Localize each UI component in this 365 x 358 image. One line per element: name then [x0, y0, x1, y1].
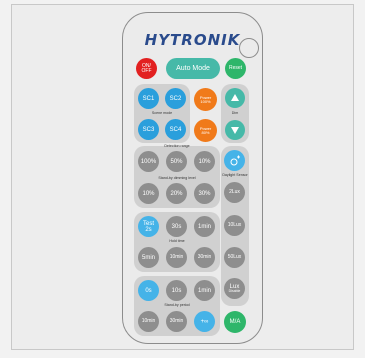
daylight-sensor-icon	[230, 155, 240, 165]
daylight-sensor-button[interactable]	[224, 150, 245, 171]
standby-0s-button[interactable]: 0s	[138, 280, 159, 301]
detection-100-button[interactable]: 100%	[138, 151, 159, 172]
standby-dim-20-button[interactable]: 20%	[166, 183, 187, 204]
dim-label: Dim	[231, 111, 239, 115]
lux-10-button[interactable]: 10Lux	[224, 215, 245, 236]
hold-1min-button[interactable]: 1min	[194, 216, 215, 237]
standby-infinite-button[interactable]: +∞	[194, 311, 215, 332]
scene-3-button[interactable]: SC3	[138, 119, 159, 140]
power-80-button[interactable]: Power 80%	[194, 119, 217, 142]
detection-50-button[interactable]: 50%	[166, 151, 187, 172]
hold-30min-button[interactable]: 30min	[194, 247, 215, 268]
auto-mode-button[interactable]: Auto Mode	[166, 58, 220, 79]
standby-dim-10-button[interactable]: 10%	[138, 183, 159, 204]
scene-mode-label: Scene mode	[151, 111, 173, 115]
hold-time-label: Hold time	[169, 239, 185, 243]
standby-10s-button[interactable]: 10s	[166, 280, 187, 301]
daylight-sensor-label: Daylight Sensor	[222, 173, 248, 177]
hold-5min-button[interactable]: 5min	[138, 247, 159, 268]
standby-10min-button[interactable]: 10min	[138, 311, 159, 332]
detection-range-label: Detection range	[164, 144, 190, 148]
lux-disable-sub-label: Disable	[228, 288, 241, 293]
on-off-button[interactable]: ON/ OFF	[136, 58, 157, 79]
arrow-up-icon	[231, 94, 239, 101]
lux-50-button[interactable]: 50Lux	[224, 247, 245, 268]
standby-dimming-label: Stand-by dimming level	[158, 176, 196, 180]
manual-auto-button[interactable]: M/A	[224, 311, 246, 333]
reset-button[interactable]: Reset	[225, 58, 246, 79]
power-100-button[interactable]: Power 100%	[194, 88, 217, 111]
scene-2-button[interactable]: SC2	[165, 88, 186, 109]
scene-4-button[interactable]: SC4	[165, 119, 186, 140]
hold-30s-button[interactable]: 30s	[166, 216, 187, 237]
test-2s-button[interactable]: Test 2s	[138, 216, 159, 237]
standby-30min-button[interactable]: 30min	[166, 311, 187, 332]
standby-period-label: Stand-by period	[164, 303, 190, 307]
lux-disable-button[interactable]: Lux Disable	[224, 278, 245, 299]
lux-2-button[interactable]: 2Lux	[224, 182, 245, 203]
scene-1-button[interactable]: SC1	[138, 88, 159, 109]
standby-1min-button[interactable]: 1min	[194, 280, 215, 301]
detection-10-button[interactable]: 10%	[194, 151, 215, 172]
dim-up-button[interactable]	[225, 88, 245, 108]
hold-10min-button[interactable]: 10min	[166, 247, 187, 268]
dim-down-button[interactable]	[225, 120, 245, 140]
sensor-window-icon	[239, 38, 259, 58]
arrow-down-icon	[231, 127, 239, 134]
standby-dim-30-button[interactable]: 30%	[194, 183, 215, 204]
